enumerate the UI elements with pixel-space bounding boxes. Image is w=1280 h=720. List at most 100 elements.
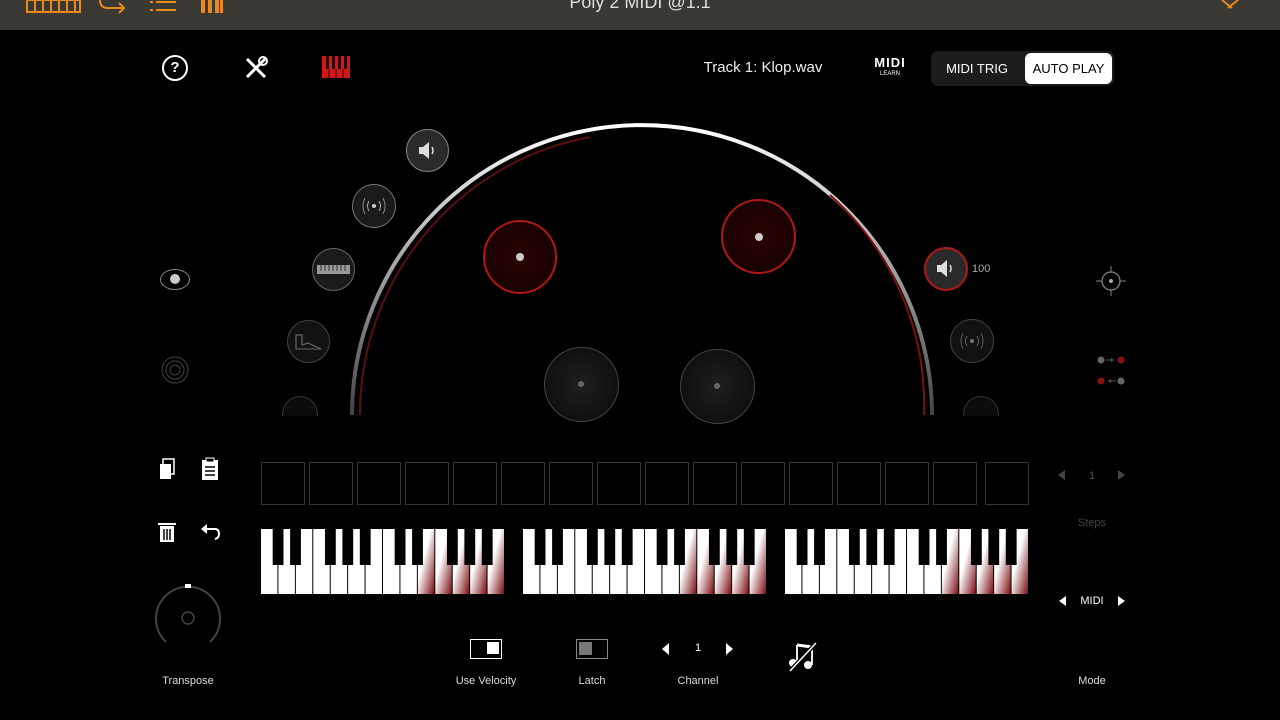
trigger-mode-segment: MIDI TRIG AUTO PLAY (931, 51, 1114, 86)
crosshair-icon[interactable] (1096, 266, 1126, 296)
speaker-icon (419, 142, 434, 159)
partial-right-button[interactable] (963, 396, 999, 416)
black-key[interactable] (708, 529, 720, 565)
latch-knob (579, 642, 592, 655)
tools-icon[interactable] (243, 55, 269, 81)
step-cell[interactable] (885, 462, 929, 505)
keyboard-octave-1[interactable] (261, 529, 505, 594)
mode-value: MIDI (1080, 595, 1104, 607)
black-key[interactable] (848, 529, 860, 565)
help-button[interactable]: ? (162, 55, 188, 81)
keyboard-strip-icon (317, 265, 350, 274)
steps-next-icon[interactable] (1118, 470, 1125, 480)
black-key[interactable] (866, 529, 878, 565)
reverb-button[interactable] (352, 184, 396, 228)
copy-icon[interactable] (158, 458, 176, 480)
black-key[interactable] (324, 529, 336, 565)
black-key[interactable] (918, 529, 930, 565)
black-key[interactable] (726, 529, 738, 565)
black-key[interactable] (342, 529, 354, 565)
black-key[interactable] (988, 529, 1000, 565)
step-cell[interactable] (693, 462, 737, 505)
step-cell[interactable] (985, 462, 1029, 505)
steps-label: Steps (1077, 517, 1107, 529)
black-key[interactable] (552, 529, 563, 565)
mode-prev-icon[interactable] (1059, 596, 1066, 606)
black-key[interactable] (290, 529, 301, 565)
undo-icon[interactable] (199, 521, 221, 541)
envelope-button[interactable] (287, 320, 330, 363)
use-velocity-knob (487, 642, 499, 654)
envelope-icon (295, 334, 322, 350)
step-cell[interactable] (645, 462, 689, 505)
black-key[interactable] (1005, 529, 1017, 565)
black-key[interactable] (883, 529, 895, 565)
black-key[interactable] (604, 529, 616, 565)
output-volume-button[interactable] (924, 247, 968, 291)
midi-learn-button[interactable]: MIDI LEARN (873, 56, 907, 80)
partial-left-button[interactable] (282, 396, 318, 416)
channel-next-icon[interactable] (726, 643, 733, 655)
use-velocity-toggle[interactable] (470, 639, 502, 659)
black-key[interactable] (814, 529, 825, 565)
sound-pad-2-dot (755, 233, 763, 241)
black-key[interactable] (796, 529, 808, 565)
midi-logo: MIDI (874, 55, 906, 70)
target-rings-icon[interactable] (160, 355, 190, 385)
black-key[interactable] (936, 529, 947, 565)
midi-trig-option[interactable]: MIDI TRIG (933, 53, 1021, 84)
transpose-knob[interactable] (150, 580, 226, 656)
keyboard-icon[interactable] (322, 56, 350, 78)
keyboard-octave-3[interactable] (785, 529, 1029, 594)
close-icon[interactable] (1220, 0, 1240, 10)
step-cell[interactable] (501, 462, 545, 505)
step-cell[interactable] (933, 462, 977, 505)
routing-icon[interactable] (1094, 352, 1128, 388)
black-key[interactable] (674, 529, 685, 565)
step-cell[interactable] (357, 462, 401, 505)
latch-toggle[interactable] (576, 639, 608, 659)
black-key[interactable] (446, 529, 458, 565)
black-key[interactable] (621, 529, 633, 565)
steps-prev-icon[interactable] (1058, 470, 1065, 480)
output-volume-value: 100 (972, 263, 991, 275)
black-key[interactable] (534, 529, 546, 565)
black-key[interactable] (464, 529, 476, 565)
step-cell[interactable] (549, 462, 593, 505)
latch-label: Latch (578, 675, 606, 687)
channel-prev-icon[interactable] (662, 643, 669, 655)
trash-icon[interactable] (157, 521, 177, 543)
mode-next-icon[interactable] (1118, 596, 1125, 606)
step-cell[interactable] (405, 462, 449, 505)
midi-learn-label: LEARN (879, 71, 900, 77)
send-button[interactable] (950, 319, 994, 363)
step-cell[interactable] (261, 462, 305, 505)
use-velocity-label: Use Velocity (455, 675, 517, 687)
black-key[interactable] (743, 529, 755, 565)
step-cell[interactable] (837, 462, 881, 505)
black-key[interactable] (359, 529, 371, 565)
sample-button[interactable] (312, 248, 355, 291)
step-cell[interactable] (597, 462, 641, 505)
view-toggle-button[interactable] (160, 269, 190, 290)
black-key[interactable] (394, 529, 406, 565)
notes-off-icon[interactable] (786, 639, 820, 673)
black-key[interactable] (970, 529, 982, 565)
black-key[interactable] (412, 529, 423, 565)
black-key[interactable] (272, 529, 284, 565)
paste-icon[interactable] (200, 457, 220, 481)
volume-button[interactable] (406, 129, 449, 172)
speaker-icon (937, 260, 952, 277)
step-cell[interactable] (309, 462, 353, 505)
keyboard-octave-2[interactable] (523, 529, 767, 594)
step-cell[interactable] (741, 462, 785, 505)
channel-value: 1 (694, 642, 702, 654)
step-cell[interactable] (453, 462, 497, 505)
black-key[interactable] (656, 529, 668, 565)
step-cell[interactable] (789, 462, 833, 505)
channel-label: Channel (677, 675, 719, 687)
black-key[interactable] (481, 529, 493, 565)
auto-play-option[interactable]: AUTO PLAY (1025, 53, 1112, 84)
radio-waves-icon (362, 197, 386, 215)
black-key[interactable] (586, 529, 598, 565)
